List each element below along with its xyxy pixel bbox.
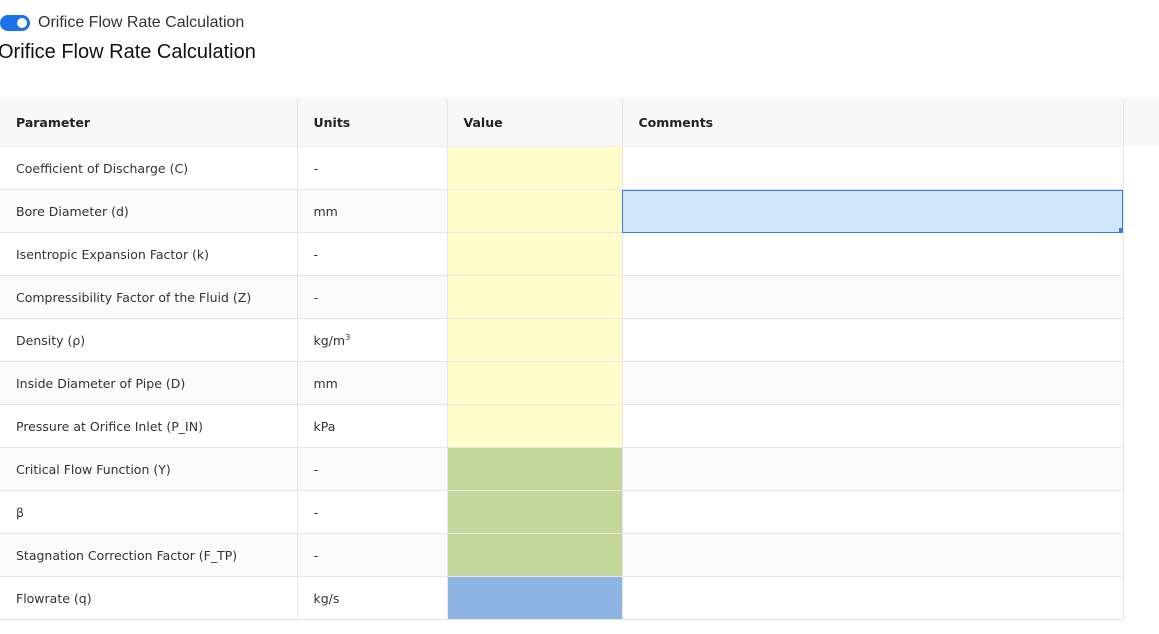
parameter-table-container: Parameter Units Value Comments Coefficie…: [0, 98, 1124, 620]
table-header-row: Parameter Units Value Comments: [0, 98, 1124, 147]
value-cell[interactable]: [447, 189, 623, 233]
units-cell[interactable]: -: [297, 275, 448, 319]
parameter-cell[interactable]: Flowrate (q): [0, 576, 298, 620]
toggle-knob: [17, 18, 27, 28]
parameter-cell[interactable]: Coefficient of Discharge (C): [0, 146, 298, 190]
comments-cell[interactable]: [622, 318, 1124, 362]
units-cell[interactable]: -: [297, 490, 448, 534]
table-row: Inside Diameter of Pipe (D) mm: [0, 361, 1124, 405]
table-row: Compressibility Factor of the Fluid (Z) …: [0, 275, 1124, 319]
value-cell[interactable]: [447, 232, 623, 276]
table-row: Pressure at Orifice Inlet (P_IN) kPa: [0, 404, 1124, 448]
parameter-cell[interactable]: Inside Diameter of Pipe (D): [0, 361, 298, 405]
value-cell[interactable]: [447, 404, 623, 448]
comments-cell[interactable]: [622, 275, 1124, 319]
comments-cell[interactable]: [622, 146, 1124, 190]
header-parameter[interactable]: Parameter: [0, 98, 298, 147]
comments-cell[interactable]: [622, 576, 1124, 620]
parameter-table: Parameter Units Value Comments Coefficie…: [0, 98, 1124, 620]
header-value[interactable]: Value: [447, 98, 623, 147]
parameter-cell[interactable]: Bore Diameter (d): [0, 189, 298, 233]
table-row: Density (ρ) kg/m3: [0, 318, 1124, 362]
units-cell[interactable]: -: [297, 447, 448, 491]
parameter-cell[interactable]: Density (ρ): [0, 318, 298, 362]
calculation-toggle-row: Orifice Flow Rate Calculation: [0, 12, 244, 34]
value-cell[interactable]: [447, 447, 623, 491]
units-cell[interactable]: kg/s: [297, 576, 448, 620]
value-cell[interactable]: [447, 533, 623, 577]
units-superscript: 3: [345, 332, 351, 342]
parameter-cell[interactable]: β: [0, 490, 298, 534]
parameter-cell[interactable]: Critical Flow Function (Y): [0, 447, 298, 491]
units-cell[interactable]: mm: [297, 361, 448, 405]
parameter-cell[interactable]: Stagnation Correction Factor (F_TP): [0, 533, 298, 577]
table-row: Flowrate (q) kg/s: [0, 576, 1124, 620]
calculation-toggle-switch[interactable]: [0, 15, 30, 31]
table-row: Stagnation Correction Factor (F_TP) -: [0, 533, 1124, 577]
units-cell[interactable]: mm: [297, 189, 448, 233]
value-cell[interactable]: [447, 146, 623, 190]
parameter-cell[interactable]: Compressibility Factor of the Fluid (Z): [0, 275, 298, 319]
page-title: Orifice Flow Rate Calculation: [0, 41, 256, 63]
comments-cell[interactable]: [622, 447, 1124, 491]
units-text: kg/m: [313, 332, 346, 348]
comments-cell[interactable]: [622, 490, 1124, 534]
table-row: Isentropic Expansion Factor (k) -: [0, 232, 1124, 276]
comments-cell[interactable]: [622, 533, 1124, 577]
table-row: Coefficient of Discharge (C) -: [0, 146, 1124, 190]
table-row: Bore Diameter (d) mm: [0, 189, 1124, 233]
comments-cell-selected[interactable]: [622, 189, 1124, 233]
comments-cell[interactable]: [622, 232, 1124, 276]
comments-cell[interactable]: [622, 404, 1124, 448]
toggle-label: Orifice Flow Rate Calculation: [38, 14, 245, 31]
header-filler: [1123, 98, 1159, 146]
comments-cell[interactable]: [622, 361, 1124, 405]
units-cell[interactable]: kg/m3: [297, 318, 448, 362]
header-comments[interactable]: Comments: [622, 98, 1124, 147]
value-cell[interactable]: [447, 490, 623, 534]
parameter-cell[interactable]: Isentropic Expansion Factor (k): [0, 232, 298, 276]
value-cell[interactable]: [447, 576, 623, 620]
value-cell[interactable]: [447, 275, 623, 319]
value-cell[interactable]: [447, 361, 623, 405]
value-cell[interactable]: [447, 318, 623, 362]
units-cell[interactable]: -: [297, 533, 448, 577]
table-row: β -: [0, 490, 1124, 534]
parameter-cell[interactable]: Pressure at Orifice Inlet (P_IN): [0, 404, 298, 448]
units-cell[interactable]: kPa: [297, 404, 448, 448]
units-cell[interactable]: -: [297, 146, 448, 190]
header-units[interactable]: Units: [297, 98, 448, 147]
table-row: Critical Flow Function (Y) -: [0, 447, 1124, 491]
units-cell[interactable]: -: [297, 232, 448, 276]
